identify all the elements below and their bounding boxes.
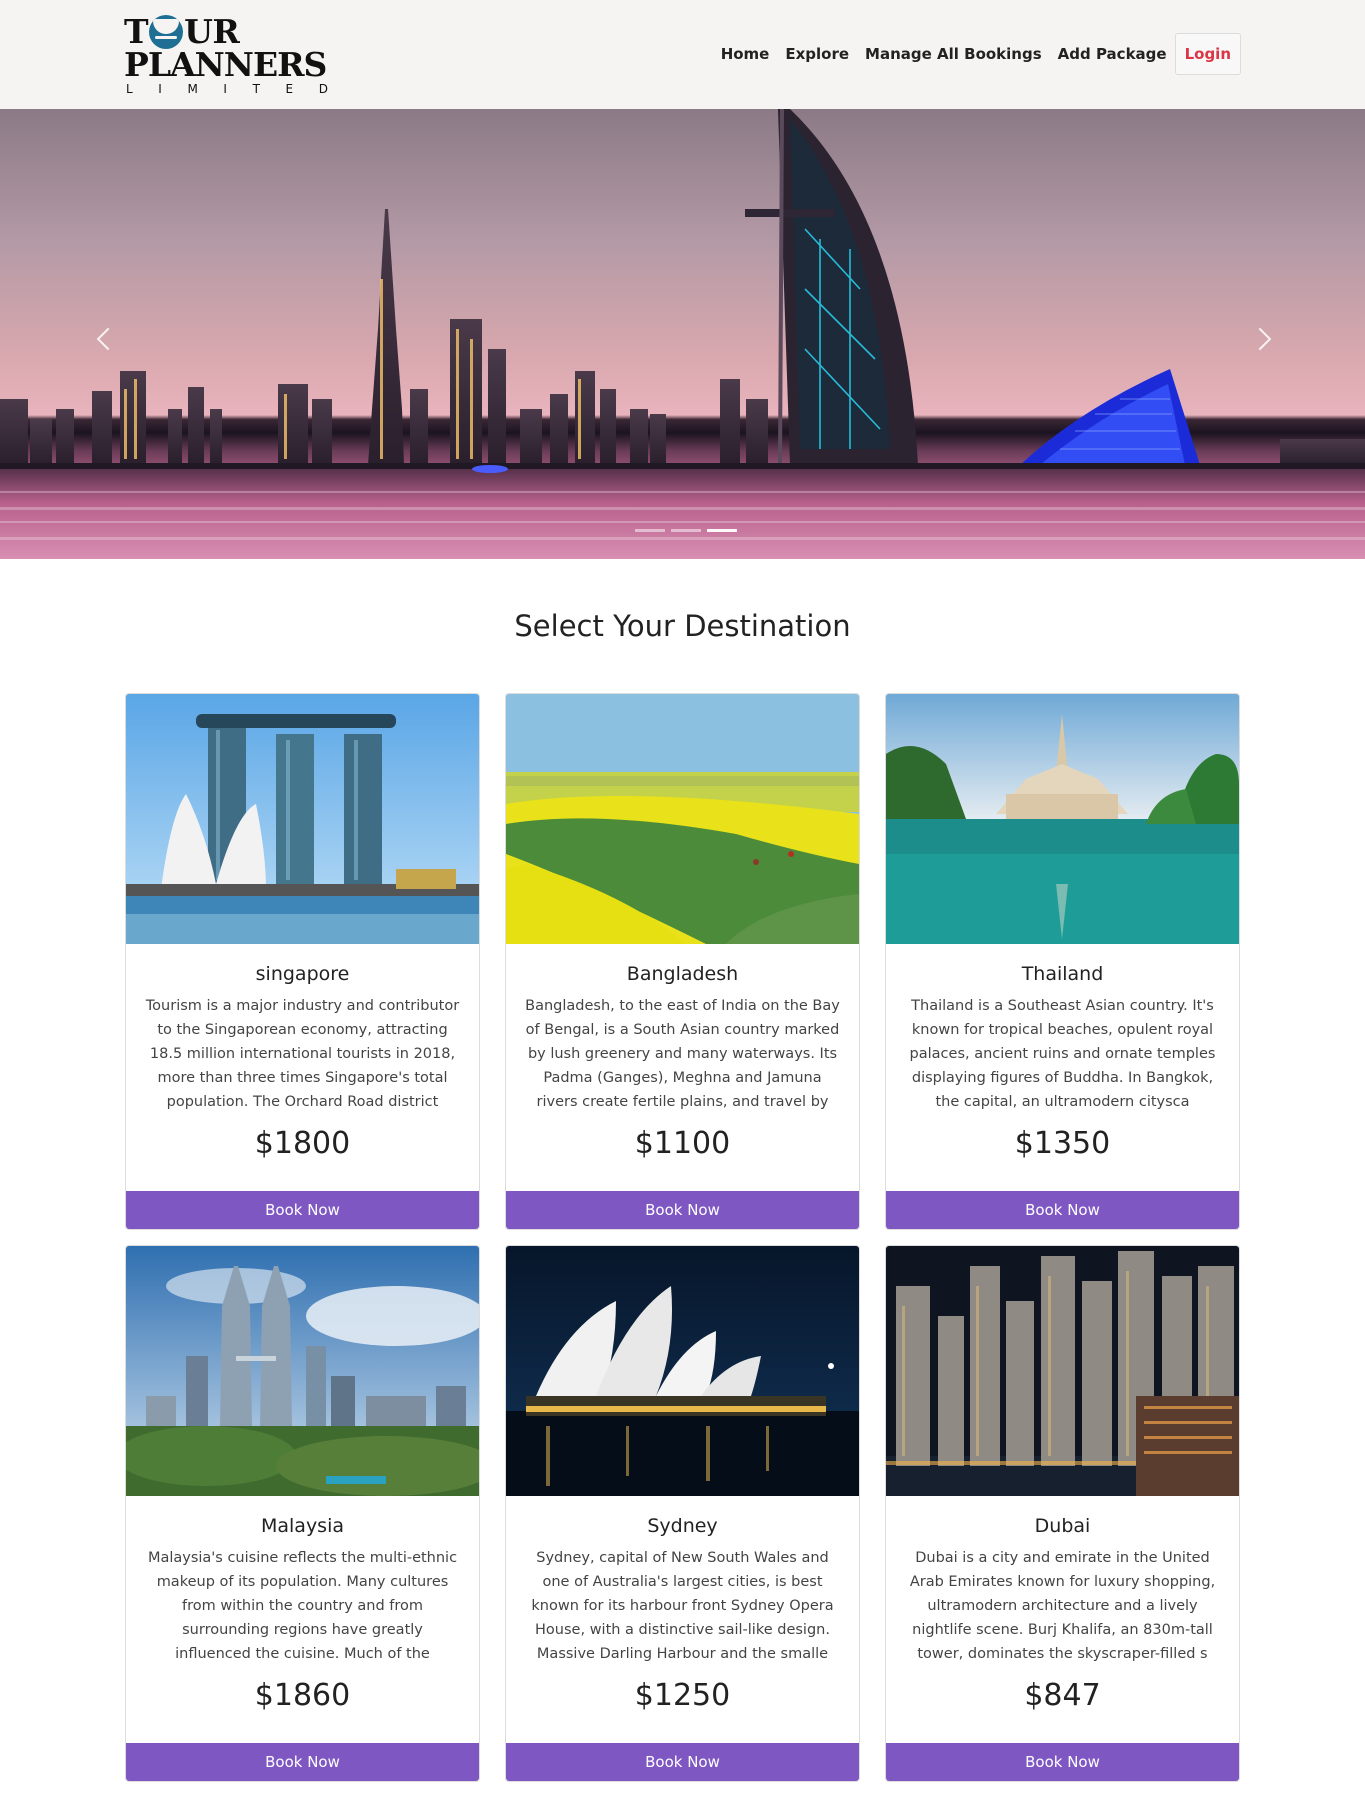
- package-name: Sydney: [647, 1515, 718, 1537]
- package-image-thailand: [886, 694, 1239, 944]
- package-name: Bangladesh: [626, 963, 739, 985]
- logo-line2: PLANNERS: [124, 45, 327, 84]
- book-now-button[interactable]: Book Now: [506, 1191, 859, 1229]
- nav-explore[interactable]: Explore: [785, 34, 849, 74]
- nav-manage-all-bookings[interactable]: Manage All Bookings: [865, 34, 1042, 74]
- package-name: Malaysia: [260, 1515, 345, 1537]
- package-name: Thailand: [1021, 963, 1104, 985]
- package-name: Dubai: [1034, 1515, 1091, 1537]
- package-description: Bangladesh, to the east of India on the …: [525, 998, 840, 1110]
- package-image-malaysia: [126, 1246, 479, 1496]
- package-price: $1350: [1014, 1126, 1111, 1161]
- nav-home[interactable]: Home: [721, 34, 770, 74]
- package-card: Sydney Sydney, capital of New South Wale…: [505, 1245, 860, 1782]
- wave-sun-icon: [149, 15, 184, 49]
- carousel-indicator[interactable]: [635, 529, 665, 532]
- carousel-indicator[interactable]: [671, 529, 701, 532]
- package-image-singapore: [126, 694, 479, 944]
- package-card: singapore Tourism is a major industry an…: [125, 693, 480, 1230]
- package-description: Thailand is a Southeast Asian country. I…: [909, 998, 1216, 1110]
- logo-letter: M: [187, 82, 198, 96]
- nav-add-package[interactable]: Add Package: [1058, 34, 1167, 74]
- logo-letter: L: [126, 82, 133, 96]
- site-header: T UR PLANNERS L I M I T E D Home Explore…: [0, 0, 1365, 109]
- main-nav: Home Explore Manage All Bookings Add Pac…: [705, 33, 1241, 75]
- hero-carousel: [0, 109, 1365, 559]
- logo-letter: E: [285, 82, 294, 96]
- section-title: Select Your Destination: [514, 609, 851, 643]
- package-description: Tourism is a major industry and contribu…: [145, 998, 460, 1110]
- logo-letter: D: [318, 82, 328, 96]
- logo-letter: I: [223, 82, 227, 96]
- package-card: Bangladesh Bangladesh, to the east of In…: [505, 693, 860, 1230]
- logo-letter: I: [158, 82, 162, 96]
- package-price: $1100: [634, 1126, 731, 1161]
- package-description: Sydney, capital of New South Wales and o…: [531, 1550, 834, 1662]
- package-card: Thailand Thailand is a Southeast Asian c…: [885, 693, 1240, 1230]
- book-now-button[interactable]: Book Now: [886, 1743, 1239, 1781]
- package-name: singapore: [255, 963, 350, 985]
- dubai-skyline-image: [0, 109, 1365, 559]
- book-now-button[interactable]: Book Now: [506, 1743, 859, 1781]
- package-image-dubai: [886, 1246, 1239, 1496]
- carousel-prev-icon[interactable]: [92, 314, 122, 364]
- brand-logo[interactable]: T UR PLANNERS L I M I T E D: [124, 14, 328, 98]
- package-card: Dubai Dubai is a city and emirate in the…: [885, 1245, 1240, 1782]
- package-image-sydney: [506, 1246, 859, 1496]
- logo-line3: L I M I T E D: [126, 82, 328, 96]
- package-price: $1860: [254, 1678, 351, 1713]
- carousel-indicator-active[interactable]: [707, 529, 737, 532]
- package-price: $1250: [634, 1678, 731, 1713]
- package-image-bangladesh: [506, 694, 859, 944]
- logo-letter: T: [252, 82, 260, 96]
- package-price: $1800: [254, 1126, 351, 1161]
- book-now-button[interactable]: Book Now: [126, 1191, 479, 1229]
- book-now-button[interactable]: Book Now: [126, 1743, 479, 1781]
- package-price: $847: [1024, 1678, 1101, 1713]
- package-description: Malaysia's cuisine reflects the multi-et…: [147, 1550, 458, 1662]
- package-card: Malaysia Malaysia's cuisine reflects the…: [125, 1245, 480, 1782]
- carousel-indicators: [632, 529, 740, 532]
- carousel-next-icon[interactable]: [1248, 314, 1280, 364]
- book-now-button[interactable]: Book Now: [886, 1191, 1239, 1229]
- login-button[interactable]: Login: [1174, 33, 1241, 75]
- package-description: Dubai is a city and emirate in the Unite…: [909, 1550, 1216, 1662]
